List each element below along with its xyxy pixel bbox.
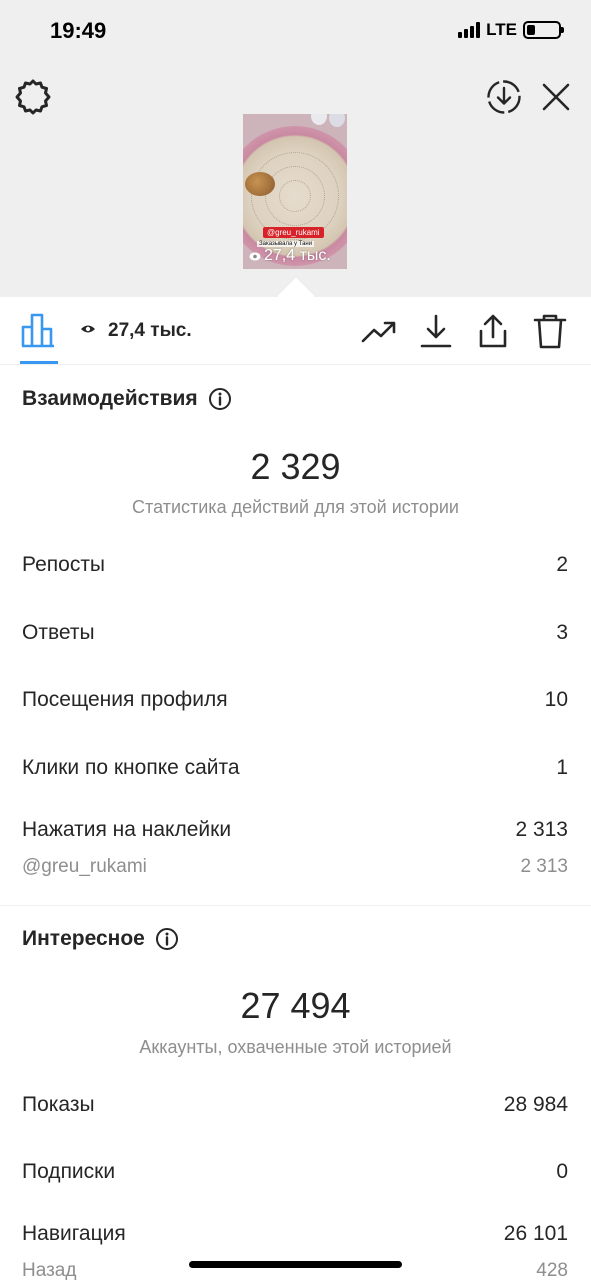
network-label: LTE [486, 20, 517, 39]
interactions-title: Взаимодействия [22, 387, 232, 411]
metric-row-sticker-taps: Нажатия на наклейки 2 313 [22, 818, 568, 842]
download-icon[interactable] [418, 313, 454, 349]
slippers-image [311, 114, 345, 127]
interactions-title-text: Взаимодействия [22, 387, 198, 410]
eye-icon [81, 325, 95, 333]
discovery-total: 27 494 [240, 985, 351, 1026]
thumbnail-views: 27,4 тыс. [249, 247, 331, 265]
metric-subrow-mention: @greu_rukami 2 313 [22, 856, 568, 878]
battery-icon [523, 21, 564, 39]
metric-row-replies: Ответы 3 [22, 621, 568, 645]
info-icon[interactable] [208, 387, 232, 411]
metric-row-profile-visits: Посещения профиля 10 [22, 688, 568, 712]
views-count: 27,4 тыс. [108, 320, 192, 341]
metric-value: 428 [536, 1260, 568, 1280]
trash-icon[interactable] [532, 313, 568, 349]
story-toolbar: 27,4 тыс. [0, 297, 591, 365]
section-divider [0, 905, 591, 906]
story-header: 19:49 LTE @greu_rukami Заказывала у Тани… [0, 0, 591, 315]
discovery-subtitle: Аккаунты, охваченные этой историей [139, 1037, 452, 1057]
metric-label: @greu_rukami [22, 856, 147, 877]
metric-row-navigation: Навигация 26 101 [22, 1222, 568, 1246]
active-tab-indicator [20, 361, 58, 364]
metric-label: Подписки [22, 1160, 116, 1183]
interactions-total: 2 329 [250, 446, 341, 487]
metric-label: Репосты [22, 553, 106, 576]
close-icon[interactable] [539, 80, 573, 114]
metric-label: Нажатия на наклейки [22, 818, 232, 841]
metric-value: 26 101 [503, 1222, 568, 1245]
story-thumbnail[interactable]: @greu_rukami Заказывала у Тани 27,4 тыс. [243, 114, 347, 269]
metric-value: 1 [556, 756, 568, 779]
metric-label: Клики по кнопке сайта [22, 756, 240, 779]
sticker-mention: @greu_rukami [263, 227, 324, 238]
eye-icon [249, 252, 261, 260]
discovery-title-text: Интересное [22, 927, 145, 950]
home-indicator[interactable] [189, 1261, 402, 1268]
metric-label: Ответы [22, 621, 95, 644]
metric-label: Посещения профиля [22, 688, 228, 711]
metric-value: 3 [556, 621, 568, 644]
chick-image [245, 172, 275, 196]
thumbnail-views-count: 27,4 тыс. [264, 247, 331, 264]
metric-row-follows: Подписки 0 [22, 1160, 568, 1184]
metric-value: 2 313 [515, 818, 568, 841]
metric-value: 10 [544, 688, 568, 711]
settings-icon[interactable] [14, 78, 52, 116]
metric-value: 28 984 [503, 1093, 568, 1116]
status-time: 19:49 [50, 18, 107, 43]
bar-chart-icon[interactable] [20, 311, 58, 349]
metric-row-website-clicks: Клики по кнопке сайта 1 [22, 756, 568, 780]
metric-value: 2 313 [520, 856, 568, 877]
interactions-subtitle: Статистика действий для этой истории [132, 497, 459, 517]
trending-icon[interactable] [361, 313, 397, 349]
metric-label: Навигация [22, 1222, 126, 1245]
signal-icon [458, 22, 481, 38]
download-circle-icon[interactable] [486, 79, 522, 115]
metric-label: Показы [22, 1093, 95, 1116]
info-icon[interactable] [155, 927, 179, 951]
metric-row-impressions: Показы 28 984 [22, 1093, 568, 1117]
status-indicators: LTE [458, 20, 564, 40]
share-icon[interactable] [475, 313, 511, 349]
metric-row-reposts: Репосты 2 [22, 553, 568, 577]
discovery-title: Интересное [22, 927, 179, 951]
metric-value: 0 [556, 1160, 568, 1183]
metric-label: Назад [22, 1260, 77, 1280]
metric-value: 2 [556, 553, 568, 576]
